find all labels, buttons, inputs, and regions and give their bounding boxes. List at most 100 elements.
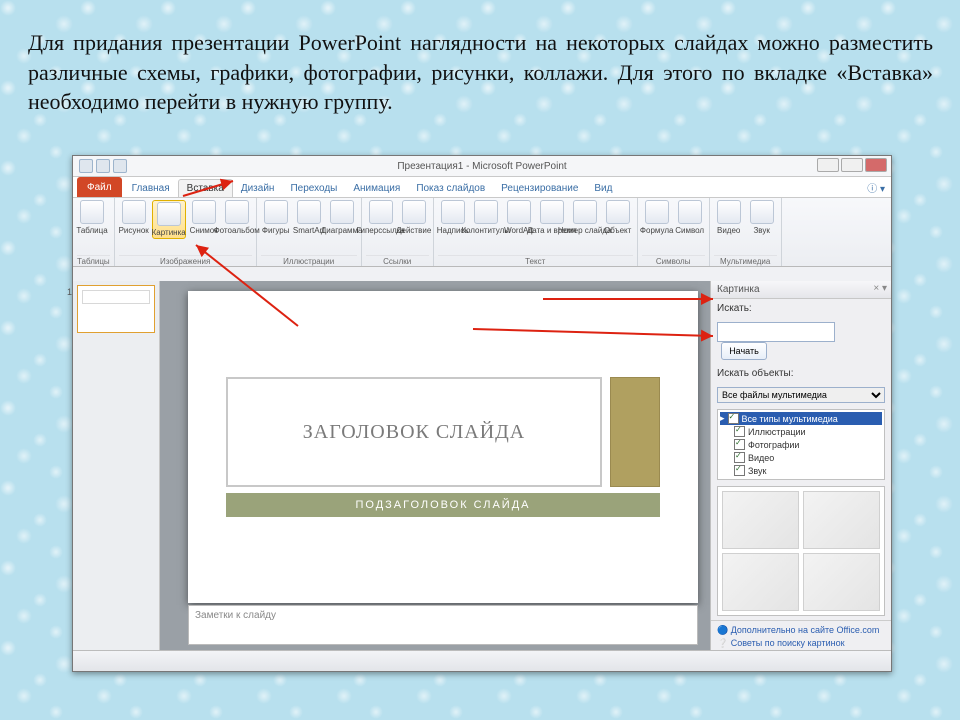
tree-item[interactable]: Иллюстрации bbox=[720, 425, 882, 438]
slide[interactable]: ЗАГОЛОВОК СЛАЙДА ПОДЗАГОЛОВОК СЛАЙДА bbox=[188, 291, 698, 603]
ribbon-button[interactable]: Фигуры bbox=[261, 200, 291, 235]
slide-accent-bar bbox=[610, 377, 660, 487]
media-type-select[interactable]: Все файлы мультимедиа bbox=[717, 387, 885, 403]
panel-footer: 🔵 Дополнительно на сайте Office.com ❔ Со… bbox=[711, 620, 891, 653]
help-icon[interactable]: ⓘ ▾ bbox=[861, 178, 891, 197]
ribbon-button[interactable]: Таблица bbox=[77, 200, 107, 235]
ribbon-button[interactable]: Символ bbox=[675, 200, 705, 235]
ribbon-button-label: Таблица bbox=[76, 226, 107, 235]
checkbox-icon[interactable] bbox=[734, 452, 745, 463]
tab-animation[interactable]: Анимация bbox=[345, 180, 408, 197]
ribbon-icon bbox=[122, 200, 146, 224]
checkbox-icon[interactable] bbox=[734, 426, 745, 437]
search-label: Искать: bbox=[711, 299, 891, 318]
ribbon-button[interactable]: Диаграмма bbox=[327, 200, 357, 235]
ribbon-button[interactable]: Звук bbox=[747, 200, 777, 235]
ribbon-button[interactable]: Рисунок bbox=[119, 200, 149, 239]
slide-thumbnail-1[interactable] bbox=[77, 285, 155, 333]
checkbox-icon[interactable] bbox=[734, 465, 745, 476]
ribbon-group: ФигурыSmartArtДиаграмма Иллюстрации bbox=[257, 198, 362, 266]
minimize-button[interactable] bbox=[817, 158, 839, 172]
ribbon-button-label: Фигуры bbox=[262, 226, 290, 235]
ribbon-button[interactable]: Гиперссылка bbox=[366, 200, 396, 235]
notes-pane[interactable]: Заметки к слайду bbox=[188, 605, 698, 645]
ribbon-group: Таблица Таблицы bbox=[73, 198, 115, 266]
panel-header: Картинка × ▾ bbox=[711, 281, 891, 299]
tab-view[interactable]: Вид bbox=[586, 180, 620, 197]
slide-subtitle-placeholder[interactable]: ПОДЗАГОЛОВОК СЛАЙДА bbox=[226, 493, 660, 517]
ribbon-button[interactable]: Объект bbox=[603, 200, 633, 235]
ribbon-icon bbox=[507, 200, 531, 224]
tab-home[interactable]: Главная bbox=[124, 180, 178, 197]
ribbon-group-label: Иллюстрации bbox=[261, 255, 357, 266]
search-go-button[interactable]: Начать bbox=[721, 342, 767, 360]
tree-root[interactable]: ▸ Все типы мультимедиа bbox=[720, 412, 882, 425]
work-area: 1 ЗАГОЛОВОК СЛАЙДА ПОДЗАГОЛОВОК СЛАЙДА З… bbox=[73, 281, 891, 651]
powerpoint-screenshot: Презентация1 - Microsoft PowerPoint Файл… bbox=[72, 155, 892, 672]
tab-insert[interactable]: Вставка bbox=[178, 179, 233, 197]
ribbon-icon bbox=[192, 200, 216, 224]
ribbon-group-label: Таблицы bbox=[77, 255, 110, 266]
footer-link-office[interactable]: 🔵 Дополнительно на сайте Office.com bbox=[717, 624, 885, 637]
ribbon-button[interactable]: Номер слайда bbox=[570, 200, 600, 235]
panel-close-icon[interactable]: × ▾ bbox=[873, 283, 887, 294]
status-bar bbox=[73, 650, 891, 671]
ribbon-icon bbox=[225, 200, 249, 224]
clipart-result[interactable] bbox=[722, 491, 799, 549]
thumb-number: 1 bbox=[67, 287, 72, 297]
tab-transitions[interactable]: Переходы bbox=[282, 180, 345, 197]
close-button[interactable] bbox=[865, 158, 887, 172]
footer-link-tips[interactable]: ❔ Советы по поиску картинок bbox=[717, 637, 885, 650]
ribbon-button-label: Формула bbox=[640, 226, 674, 235]
ribbon-icon bbox=[717, 200, 741, 224]
ribbon-icon bbox=[573, 200, 597, 224]
tab-review[interactable]: Рецензирование bbox=[493, 180, 586, 197]
ribbon-button[interactable]: Видео bbox=[714, 200, 744, 235]
ribbon-button[interactable]: SmartArt bbox=[294, 200, 324, 235]
qat-undo-icon[interactable] bbox=[96, 159, 110, 173]
ribbon-button-label: SmartArt bbox=[293, 226, 325, 235]
ribbon-button[interactable]: Фотоальбом bbox=[222, 200, 252, 239]
ribbon-button[interactable]: Действие bbox=[399, 200, 429, 235]
tree-item[interactable]: Видео bbox=[720, 451, 882, 464]
ribbon-button-label: Действие bbox=[396, 226, 431, 235]
ribbon-button-label: Звук bbox=[753, 226, 769, 235]
clipart-results bbox=[717, 486, 885, 616]
tree-item[interactable]: Фотографии bbox=[720, 438, 882, 451]
ribbon-button[interactable]: Формула bbox=[642, 200, 672, 235]
qat-redo-icon[interactable] bbox=[113, 159, 127, 173]
media-type-tree[interactable]: ▸ Все типы мультимедиа Иллюстрации Фотог… bbox=[717, 409, 885, 480]
ribbon-icon bbox=[264, 200, 288, 224]
ribbon-button-label: Объект bbox=[604, 226, 631, 235]
tab-design[interactable]: Дизайн bbox=[233, 180, 283, 197]
checkbox-icon[interactable] bbox=[728, 413, 739, 424]
clipart-result[interactable] bbox=[803, 553, 880, 611]
tab-file[interactable]: Файл bbox=[77, 177, 122, 197]
ribbon-icon bbox=[645, 200, 669, 224]
quick-access-toolbar[interactable] bbox=[79, 159, 127, 173]
tree-item[interactable]: Звук bbox=[720, 464, 882, 477]
search-input[interactable] bbox=[717, 322, 835, 342]
slide-thumbnails[interactable]: 1 bbox=[73, 281, 160, 651]
tab-slideshow[interactable]: Показ слайдов bbox=[408, 180, 493, 197]
ribbon-button[interactable]: Картинка bbox=[152, 200, 186, 239]
clipart-result[interactable] bbox=[803, 491, 880, 549]
ribbon-group: ВидеоЗвукМультимедиа bbox=[710, 198, 782, 266]
ribbon-button[interactable]: Колонтитулы bbox=[471, 200, 501, 235]
ribbon-button-label: Символ bbox=[675, 226, 704, 235]
checkbox-icon[interactable] bbox=[734, 439, 745, 450]
clipart-result[interactable] bbox=[722, 553, 799, 611]
qat-save-icon[interactable] bbox=[79, 159, 93, 173]
window-titlebar: Презентация1 - Microsoft PowerPoint bbox=[73, 156, 891, 177]
ribbon-group-label: Изображения bbox=[119, 255, 252, 266]
ribbon-group: ФормулаСимвол Символы bbox=[638, 198, 710, 266]
ribbon-button-label: Фотоальбом bbox=[214, 226, 260, 235]
ribbon-icon bbox=[540, 200, 564, 224]
maximize-button[interactable] bbox=[841, 158, 863, 172]
ribbon-group-label: Символы bbox=[642, 255, 705, 266]
ribbon-icon bbox=[157, 202, 181, 226]
ribbon-icon bbox=[80, 200, 104, 224]
tree-item-label: Фотографии bbox=[748, 440, 799, 450]
objects-label: Искать объекты: bbox=[711, 364, 891, 383]
slide-title-placeholder[interactable]: ЗАГОЛОВОК СЛАЙДА bbox=[226, 377, 602, 487]
